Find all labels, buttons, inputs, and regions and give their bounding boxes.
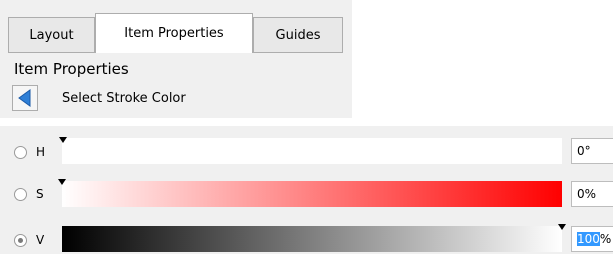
saturation-radio[interactable] — [14, 187, 27, 201]
value-value: % — [599, 232, 612, 246]
value-radio[interactable] — [14, 233, 27, 247]
hue-spinbox[interactable]: 0° — [571, 138, 613, 164]
saturation-slider[interactable] — [58, 179, 562, 207]
hue-slider[interactable] — [59, 137, 562, 164]
hue-radio-group[interactable]: H — [14, 145, 45, 159]
saturation-label: S — [36, 187, 44, 201]
value-value-selected: 100 — [577, 232, 600, 246]
panel-area: Layout Item Properties Guides Item Prope… — [0, 0, 352, 118]
tab-guides-label: Guides — [275, 28, 321, 43]
value-slider[interactable] — [62, 224, 566, 252]
hue-label: H — [36, 145, 46, 159]
color-editor: H 0° S 0% V 100% — [0, 126, 613, 254]
tab-layout[interactable]: Layout — [8, 17, 95, 53]
tab-layout-label: Layout — [29, 28, 74, 43]
back-button[interactable] — [12, 85, 38, 111]
saturation-radio-group[interactable]: S — [14, 187, 44, 201]
breadcrumb-label: Select Stroke Color — [62, 91, 186, 106]
back-arrow-icon — [18, 89, 31, 107]
tab-item-properties-label: Item Properties — [124, 26, 224, 41]
hue-value: 0° — [577, 144, 591, 158]
value-slider-marker[interactable] — [558, 224, 566, 230]
saturation-slider-marker[interactable] — [58, 179, 66, 185]
tab-guides[interactable]: Guides — [253, 17, 343, 53]
panel-title: Item Properties — [14, 60, 129, 78]
value-radio-group[interactable]: V — [14, 233, 44, 247]
tab-item-properties[interactable]: Item Properties — [95, 13, 253, 53]
hue-radio[interactable] — [14, 145, 27, 159]
saturation-value: 0% — [577, 187, 597, 201]
value-spinbox[interactable]: 100% — [571, 226, 613, 252]
hue-slider-marker[interactable] — [59, 137, 67, 143]
value-label: V — [36, 233, 45, 247]
saturation-spinbox[interactable]: 0% — [571, 181, 613, 207]
